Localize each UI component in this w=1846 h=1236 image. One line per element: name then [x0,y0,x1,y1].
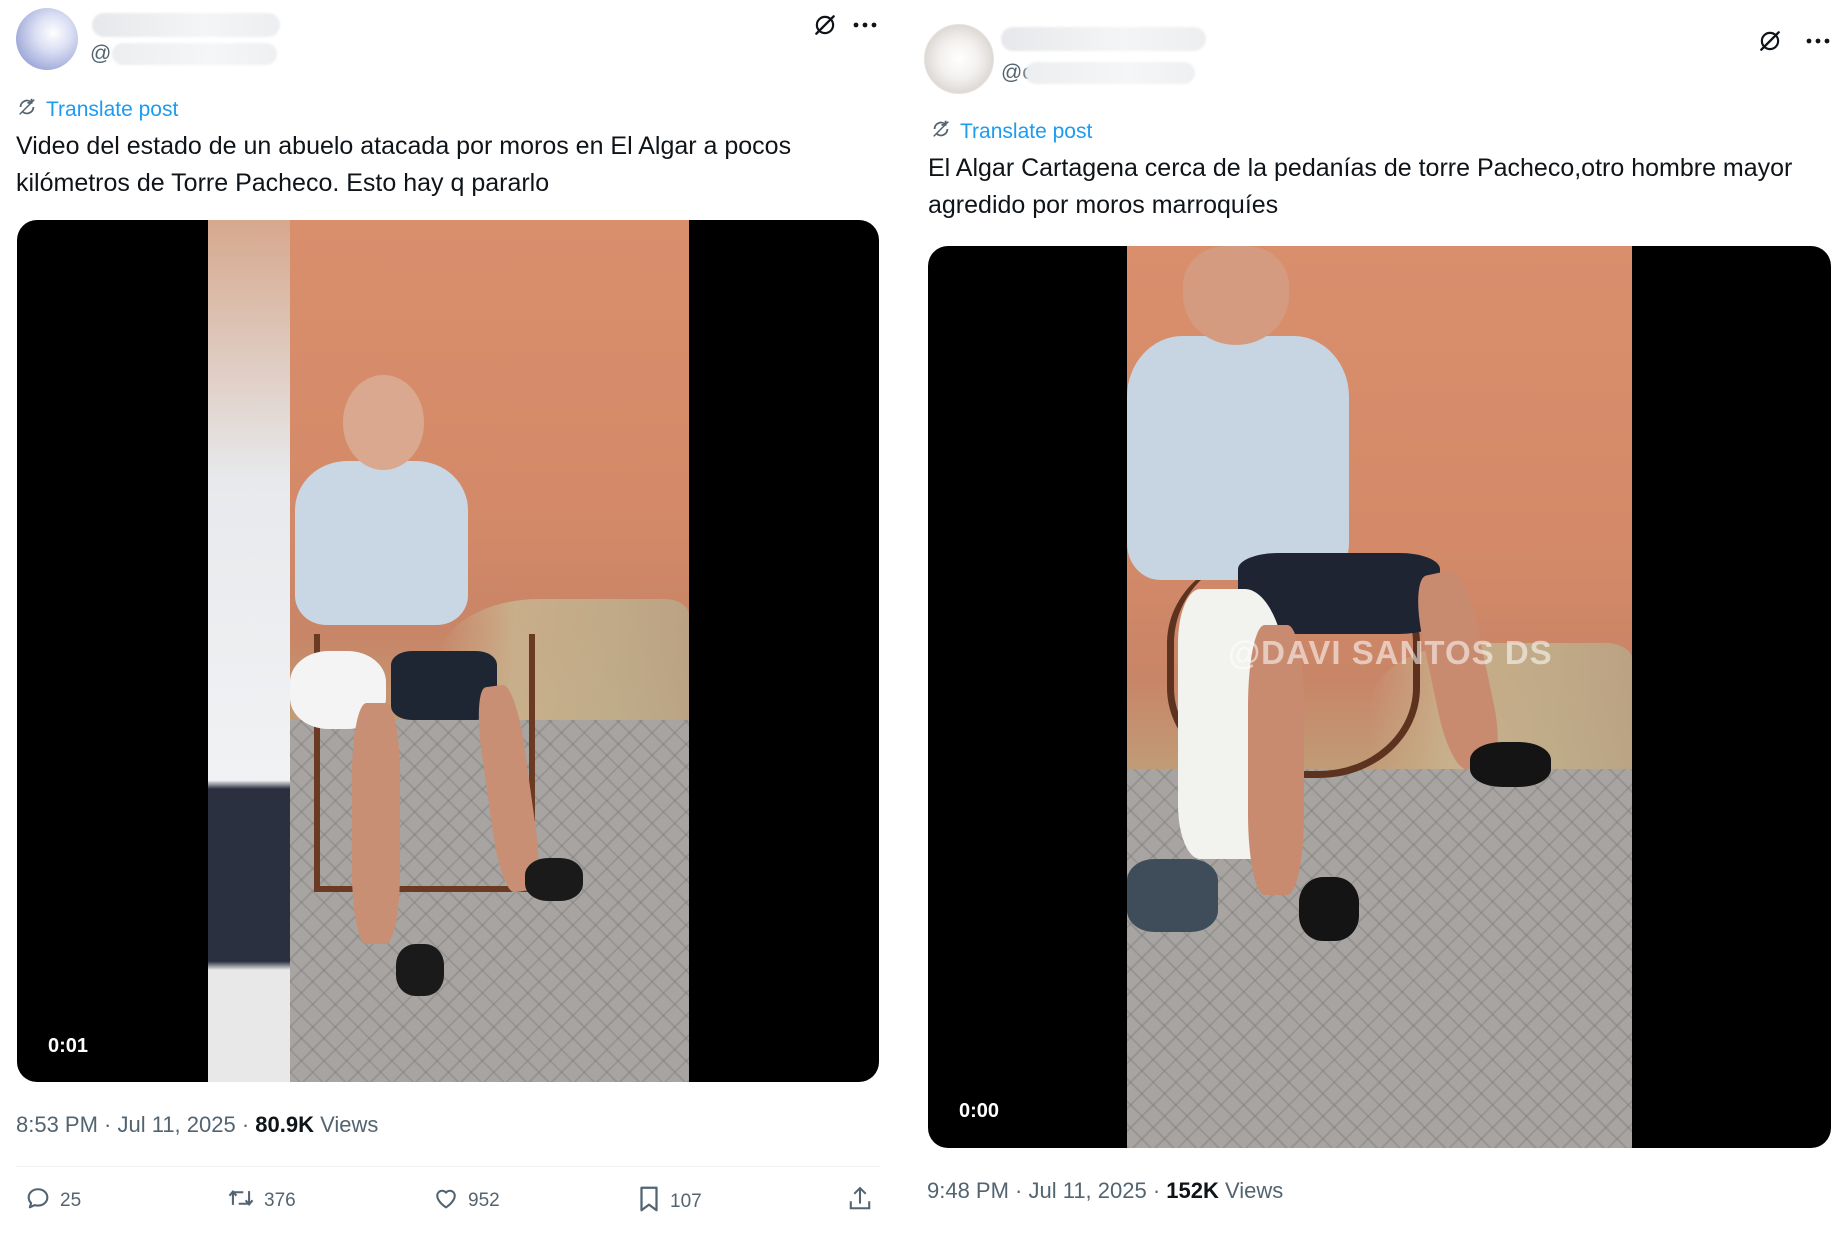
video-frame: @DAVI SANTOS DS [1127,246,1632,1148]
translate-label: Translate post [960,120,1093,143]
reply-count: 25 [60,1190,82,1211]
views-count: 80.9K [255,1112,314,1137]
redacted-handle [1025,62,1195,84]
views-count: 152K [1166,1178,1219,1203]
video-timecode: 0:01 [48,1035,89,1057]
tweet-left: @ Translate post Video del estado de un … [0,0,885,1236]
translate-post-link[interactable]: Translate post [16,96,178,124]
heart-icon [432,1184,460,1218]
video-timecode: 0:00 [959,1100,1000,1122]
tweet-meta: 8:53 PM · Jul 11, 2025 · 80.9K Views [16,1112,378,1138]
reply-icon [24,1184,52,1218]
tweet-timestamp[interactable]: 8:53 PM · Jul 11, 2025 · [16,1112,255,1137]
video-player[interactable]: @DAVI SANTOS DS 0:00 [928,246,1831,1148]
video-frame [208,220,689,1082]
views-label: Views [314,1112,379,1137]
reply-button[interactable]: 25 [24,1184,81,1218]
redacted-handle [112,43,277,65]
like-count: 952 [468,1190,500,1211]
bookmark-count: 107 [670,1191,702,1212]
avatar[interactable] [924,24,994,94]
tweet-text: Video del estado de un abuelo atacada po… [16,132,792,197]
tweet-text: El Algar Cartagena cerca de la pedanías … [928,154,1793,219]
avatar[interactable] [16,8,78,70]
grok-icon[interactable] [1753,24,1787,58]
divider [16,1166,880,1167]
grok-icon[interactable] [808,8,842,42]
repost-button[interactable]: 376 [226,1184,296,1218]
video-player[interactable]: 0:01 [17,220,879,1082]
more-icon[interactable] [1801,24,1835,58]
redacted-display-name [1001,27,1206,51]
translate-label: Translate post [46,98,179,121]
translate-icon [16,96,38,124]
action-bar: 25 376 952 107 [16,1184,878,1224]
bookmark-button[interactable]: 107 [636,1184,702,1220]
share-button[interactable] [846,1184,874,1220]
tweet-timestamp[interactable]: 9:48 PM · Jul 11, 2025 · [927,1178,1166,1203]
views-label: Views [1218,1178,1284,1203]
share-icon [846,1184,874,1220]
redacted-display-name [92,13,280,37]
tweet-right: @c Translate post El Algar Cartagena cer… [915,0,1846,1236]
tweet-meta: 9:48 PM · Jul 11, 2025 · 152K Views [927,1178,1283,1204]
repost-icon [226,1184,256,1218]
handle-prefix: @ [90,42,112,65]
translate-icon [930,118,952,146]
translate-post-link[interactable]: Translate post [930,118,1092,146]
video-watermark: @DAVI SANTOS DS [1228,633,1553,671]
more-icon[interactable] [848,8,882,42]
bookmark-icon [636,1184,662,1220]
like-button[interactable]: 952 [432,1184,500,1218]
repost-count: 376 [264,1190,296,1211]
